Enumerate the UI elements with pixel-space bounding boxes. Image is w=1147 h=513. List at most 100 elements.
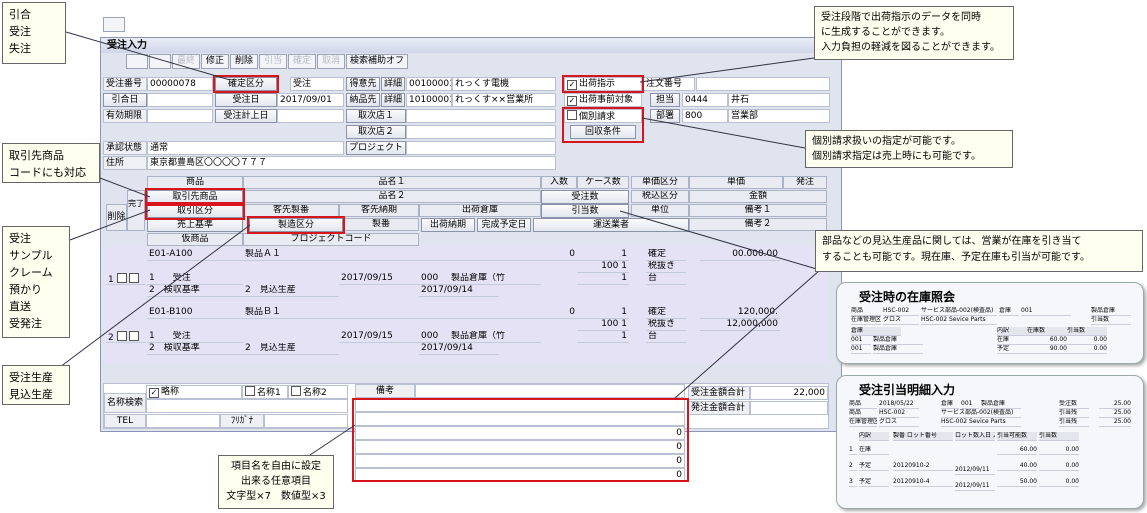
row2-hikiate[interactable]: 1 [577, 331, 629, 343]
row2-name[interactable]: 製品Ｂ１ [243, 307, 541, 319]
nohin-code-field[interactable]: 10100001 [406, 93, 452, 107]
mini-cell: 2012/09/11 [955, 482, 995, 491]
biko-input[interactable] [415, 384, 685, 398]
meisho-search-input[interactable] [146, 399, 348, 413]
row2-case[interactable]: 1 [577, 307, 629, 319]
note-line: 失注 [9, 42, 31, 55]
juchu-date-button[interactable]: 受注日 [215, 93, 277, 107]
note-line: 出来る任意項目 [241, 476, 311, 487]
mini-cell: 在庫 [997, 336, 1027, 345]
mini-cell: 0.00 [1039, 462, 1079, 471]
shukka-noki-button[interactable]: 出荷納期 [421, 218, 475, 232]
delete-checkbox-icon[interactable] [116, 331, 127, 341]
keijo-date-field[interactable] [277, 109, 344, 123]
col-tanka-kubun: 単価区分 [631, 176, 689, 189]
toolbar-prev-button[interactable] [126, 54, 148, 69]
row1-no: 1 [108, 275, 114, 285]
toolbar-edit-button[interactable]: 修正 [201, 54, 229, 69]
row1-seizo[interactable]: 2 見込生産 [243, 285, 339, 297]
row1-shukka-noki[interactable]: 2017/09/14 [419, 285, 499, 297]
toolbar-cancel-button[interactable]: 取消 [317, 54, 345, 69]
row1-tanka[interactable]: 00.000.00 [700, 249, 780, 261]
nohin-button[interactable]: 納品先 [346, 93, 380, 107]
tokuisaki-detail-button[interactable]: 詳細 [381, 77, 405, 91]
hikiate-su-button[interactable]: 引当数 [541, 204, 629, 218]
row1-code[interactable]: E01-A100 [147, 249, 243, 261]
row1-irisu[interactable]: 0 [541, 249, 577, 261]
toolbar-next-button[interactable] [149, 54, 171, 69]
meisho1-label: 名称1 [257, 388, 281, 398]
kansei-yotei-button[interactable]: 完成予定日 [477, 218, 531, 232]
uriage-kijun-button[interactable]: 売上基準 [147, 218, 243, 232]
checkbox-icon [245, 386, 255, 396]
tanto-button[interactable]: 担当 [650, 93, 680, 107]
row2-uriage[interactable]: 2 検収基準 [147, 343, 243, 355]
hikiai-date-button[interactable]: 引合日 [103, 93, 147, 107]
juchu-date-field[interactable]: 2017/09/01 [277, 93, 344, 107]
toolbar-first-button[interactable] [103, 17, 125, 32]
tanto-code-field[interactable]: 0444 [682, 93, 728, 107]
order-no-field[interactable]: 00000078 [147, 77, 213, 91]
row1-checkboxes[interactable]: 1 [106, 273, 146, 285]
juchu-su-button[interactable]: 受注数 [541, 190, 629, 204]
row2-tanka[interactable]: 120,000. [700, 307, 780, 319]
row2-seizo[interactable]: 2 見込生産 [243, 343, 339, 355]
row2-soko-code[interactable]: 000 [419, 331, 449, 343]
row1-n5: 1 [621, 261, 627, 271]
project-field[interactable] [406, 141, 556, 155]
tokuisaki-code-field[interactable]: 00100001 [406, 77, 452, 91]
unso-gyosha-button[interactable]: 運送業者 [533, 218, 689, 232]
toolbar-kakutei-button[interactable]: 確定 [288, 54, 316, 69]
row1-juchu-su[interactable]: 100 1 [577, 261, 629, 273]
row1-torihiki[interactable]: 1 受注 [147, 273, 243, 285]
row2-torihiki[interactable]: 1 受注 [147, 331, 243, 343]
tel-input[interactable] [146, 414, 220, 428]
ryakusho-checkbox[interactable]: ✓ 略称 [146, 385, 242, 399]
row1-kyaku-noki[interactable]: 2017/09/15 [339, 273, 419, 285]
row1-torihiki-name: 受注 [172, 273, 191, 283]
row2-kyaku-noki[interactable]: 2017/09/15 [339, 331, 419, 343]
bumon-code-field[interactable]: 800 [682, 109, 728, 123]
toolbar-search-help-button[interactable]: 検索補助オフ [346, 54, 408, 69]
row2-irisu[interactable]: 0 [541, 307, 577, 319]
keijo-date-button[interactable]: 受注計上日 [215, 109, 277, 123]
row1-uriage[interactable]: 2 検収基準 [147, 285, 243, 297]
toolbar-delete-button[interactable]: 削除 [230, 54, 258, 69]
toritsugi1-button[interactable]: 取次店１ [346, 109, 406, 123]
chumon-no-field[interactable] [696, 77, 830, 91]
project-button[interactable]: プロジェクト [346, 141, 406, 155]
toolbar-last-button[interactable]: 最終 [172, 54, 200, 69]
mini-cell: 90.00 [1027, 345, 1067, 354]
mini-cell: 60.00 [997, 446, 1037, 455]
row1-name[interactable]: 製品Ａ１ [243, 249, 541, 261]
complete-checkbox-icon[interactable] [128, 331, 139, 341]
row1-soko-code[interactable]: 000 [419, 273, 449, 285]
nohin-detail-button[interactable]: 詳細 [381, 93, 405, 107]
hikiai-date-field[interactable] [147, 93, 213, 107]
bumon-button[interactable]: 部署 [650, 109, 680, 123]
row2-checkboxes[interactable]: 2 [106, 331, 146, 343]
row2-code[interactable]: E01-B100 [147, 307, 243, 319]
delete-checkbox-icon[interactable] [116, 273, 127, 283]
furigana-input[interactable] [264, 414, 348, 428]
toritsugi1-field[interactable] [406, 109, 556, 123]
meisho2-checkbox[interactable]: 名称2 [288, 385, 348, 399]
mini-cell: 製品倉庫 [873, 336, 923, 345]
toolbar-hikiate-button[interactable]: 引当 [259, 54, 287, 69]
tokuisaki-button[interactable]: 得意先 [346, 77, 380, 91]
yuko-kigen-field[interactable] [147, 109, 213, 123]
mini-cell: 在庫 [859, 446, 889, 455]
mini-cell: 001 [851, 345, 871, 354]
col-shukka-soko: 出荷倉庫 [419, 204, 541, 217]
toritsugi2-field[interactable] [406, 125, 556, 139]
toritsugi2-button[interactable]: 取次店２ [346, 125, 406, 139]
inset2-caption: 受注引当明細入力 [859, 383, 956, 397]
row2-shukka-noki[interactable]: 2017/09/14 [419, 343, 499, 355]
meisho1-checkbox[interactable]: 名称1 [242, 385, 288, 399]
row1-hikiate[interactable]: 1 [577, 273, 629, 285]
row1-case[interactable]: 1 [577, 249, 629, 261]
note-line: 個別請求指定は売上時にも可能です。 [812, 151, 981, 162]
row2-juchu-su[interactable]: 100 1 [577, 319, 629, 331]
complete-checkbox-icon[interactable] [128, 273, 139, 283]
shukka-taisho-checkbox[interactable]: ✓ 出荷事前対象 [564, 93, 642, 107]
